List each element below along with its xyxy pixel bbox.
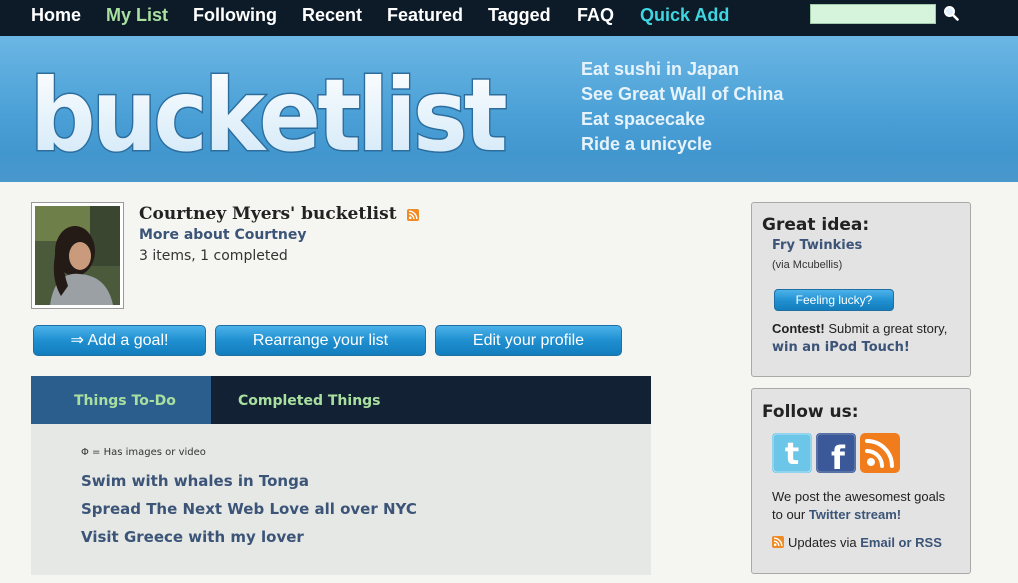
nav-quick-add[interactable]: Quick Add <box>640 5 729 26</box>
feeling-lucky-button[interactable]: Feeling lucky? <box>774 289 894 311</box>
facebook-icon[interactable]: f <box>816 433 856 473</box>
nav-faq[interactable]: FAQ <box>577 5 614 26</box>
avatar-photo <box>35 206 120 305</box>
nav-featured[interactable]: Featured <box>387 5 463 26</box>
contest-text: Submit a great story, <box>824 321 948 336</box>
avatar <box>31 202 124 309</box>
tagline-2[interactable]: See Great Wall of China <box>581 84 783 105</box>
follow-description: We post the awesomest goals <box>772 489 946 504</box>
more-about-link[interactable]: More about Courtney <box>139 227 307 243</box>
bucketlist-logo[interactable]: bucketlist <box>28 50 509 169</box>
tagline-4[interactable]: Ride a unicycle <box>581 134 712 155</box>
nav-my-list[interactable]: My List <box>106 5 168 26</box>
great-idea-heading: Great idea: <box>762 215 870 235</box>
rearrange-list-button[interactable]: Rearrange your list <box>215 325 426 356</box>
logo-text: bucketlist <box>30 57 506 168</box>
goal-list-panel: Φ = Has images or video Swim with whales… <box>31 424 651 575</box>
list-item[interactable]: Visit Greece with my lover <box>81 528 304 546</box>
nav-recent[interactable]: Recent <box>302 5 362 26</box>
idea-link[interactable]: Fry Twinkies <box>772 238 862 253</box>
follow-us-heading: Follow us: <box>762 402 859 422</box>
tagline-3[interactable]: Eat spacecake <box>581 109 705 130</box>
contest-link-line: win an iPod Touch! <box>772 339 910 355</box>
profile-title: Courtney Myers' bucketlist <box>139 204 397 224</box>
profile-stats: 3 items, 1 completed <box>139 248 288 264</box>
contest-line: Contest! Submit a great story, <box>772 321 947 336</box>
edit-profile-button[interactable]: Edit your profile <box>435 325 622 356</box>
tab-completed-things[interactable]: Completed Things <box>211 376 411 424</box>
twitter-stream-link[interactable]: Twitter stream! <box>809 507 901 522</box>
follow-twitter-line: to our Twitter stream! <box>772 507 901 522</box>
search-input[interactable] <box>810 4 936 24</box>
list-tabs: Things To-Do Completed Things <box>31 376 651 424</box>
tab-things-todo[interactable]: Things To-Do <box>31 376 211 424</box>
list-item[interactable]: Spread The Next Web Love all over NYC <box>81 500 417 518</box>
contest-link[interactable]: win an iPod Touch! <box>772 340 910 355</box>
updates-line: Updates via Email or RSS <box>788 535 942 550</box>
svg-text:f: f <box>831 439 846 473</box>
list-item[interactable]: Swim with whales in Tonga <box>81 472 309 490</box>
follow-us-box: Follow us: t f We post the awesomest goa… <box>751 388 971 574</box>
contest-label: Contest! <box>772 321 825 336</box>
idea-via: (via Mcubellis) <box>772 259 843 271</box>
nav-tagged[interactable]: Tagged <box>488 5 551 26</box>
nav-home[interactable]: Home <box>31 5 81 26</box>
rss-icon <box>772 536 784 548</box>
tagline-1[interactable]: Eat sushi in Japan <box>581 59 739 80</box>
media-legend: Φ = Has images or video <box>81 447 206 458</box>
updates-prefix: Updates via <box>788 535 861 550</box>
search-icon[interactable] <box>943 5 959 21</box>
email-rss-link[interactable]: Email or RSS <box>860 535 942 550</box>
rss-icon[interactable] <box>407 209 419 221</box>
header-banner: bucketlist Eat sushi in Japan See Great … <box>0 36 1018 182</box>
top-navigation: Home My List Following Recent Featured T… <box>0 0 1018 36</box>
great-idea-box: Great idea: Fry Twinkies (via Mcubellis)… <box>751 202 971 377</box>
add-goal-button[interactable]: ⇒ Add a goal! <box>33 325 206 356</box>
rss-feed-icon[interactable] <box>860 433 900 473</box>
follow-prefix: to our <box>772 507 809 522</box>
nav-following[interactable]: Following <box>193 5 277 26</box>
twitter-icon[interactable]: t <box>772 433 812 473</box>
svg-text:t: t <box>785 437 799 472</box>
